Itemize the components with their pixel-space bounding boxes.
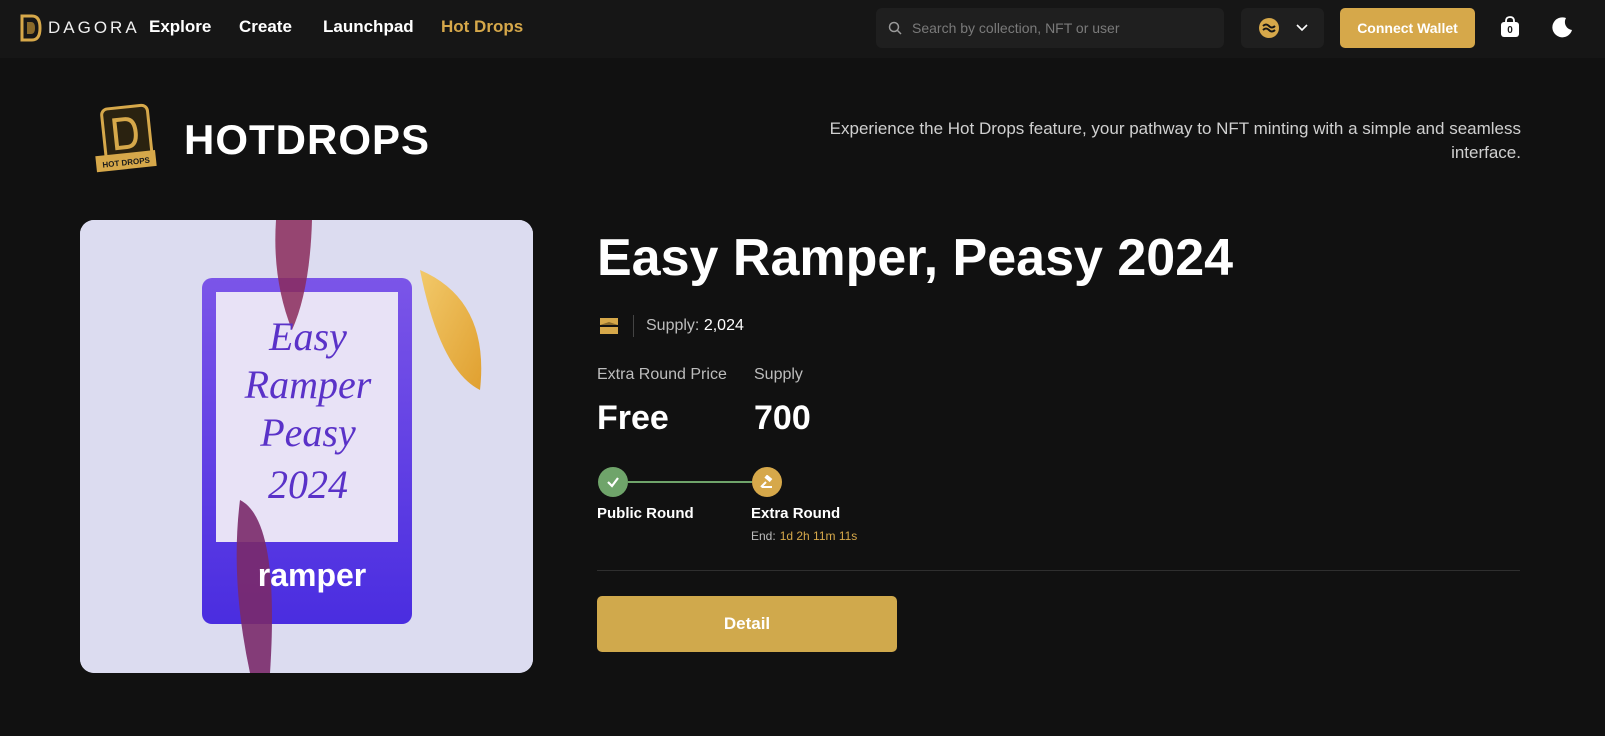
- dagora-logo-icon: [20, 14, 42, 42]
- separator: [633, 315, 634, 337]
- check-icon: [607, 477, 619, 488]
- artwork-line-3: Peasy: [259, 410, 356, 455]
- artwork-line-4: 2024: [268, 462, 348, 507]
- sui-chain-icon: [1258, 18, 1279, 38]
- artwork-line-1: Easy: [268, 314, 347, 359]
- supply-value: 2,024: [703, 317, 744, 334]
- logo-text: DAGORA: [48, 18, 140, 37]
- gavel-icon: [760, 475, 773, 488]
- public-round-step: [598, 467, 628, 497]
- artwork-image: Easy Ramper Peasy 2024 ramper: [80, 220, 533, 673]
- round-supply-value: 700: [754, 399, 811, 437]
- round-supply-label: Supply: [754, 366, 803, 383]
- price-value: Free: [597, 399, 669, 437]
- nav-hot-drops[interactable]: Hot Drops: [441, 17, 523, 37]
- nft-artwork[interactable]: Easy Ramper Peasy 2024 ramper: [80, 220, 533, 673]
- page-description: Experience the Hot Drops feature, your p…: [829, 119, 1521, 162]
- drop-title: Easy Ramper, Peasy 2024: [597, 229, 1234, 287]
- divider: [597, 570, 1520, 571]
- round-progress-line: [628, 481, 752, 483]
- dark-mode-icon[interactable]: [1552, 16, 1574, 38]
- chevron-down-icon: [1295, 24, 1308, 32]
- end-label: End:: [751, 529, 776, 543]
- extra-round-step: [752, 467, 782, 497]
- price-label: Extra Round Price: [597, 366, 727, 383]
- detail-button[interactable]: Detail: [597, 596, 897, 652]
- search-input[interactable]: [912, 20, 1212, 36]
- nav-create[interactable]: Create: [239, 17, 292, 37]
- supply-label: Supply:: [646, 317, 700, 334]
- extra-round-label: Extra Round: [751, 505, 841, 522]
- shopping-bag-icon[interactable]: 0: [1500, 16, 1520, 38]
- hotdrops-badge-icon: HOT DROPS: [95, 103, 157, 173]
- artwork-line-2: Ramper: [244, 362, 372, 407]
- connect-wallet-button[interactable]: Connect Wallet: [1340, 8, 1475, 48]
- bag-count: 0: [1507, 25, 1513, 36]
- chain-selector[interactable]: [1241, 8, 1324, 48]
- public-round-label: Public Round: [597, 505, 694, 522]
- total-supply: Supply: 2,024: [646, 317, 744, 335]
- chain-logo-icon: [600, 318, 618, 334]
- round-end-time: End: 1d 2h 11m 11s: [751, 529, 857, 543]
- artwork-brand: ramper: [258, 557, 367, 593]
- dagora-logo[interactable]: DAGORA: [20, 13, 140, 43]
- countdown-timer: 1d 2h 11m 11s: [779, 529, 858, 543]
- search-icon: [888, 21, 902, 35]
- top-navbar: DAGORA Explore Create Launchpad Hot Drop…: [0, 0, 1605, 58]
- nav-launchpad[interactable]: Launchpad: [323, 17, 414, 37]
- search-box[interactable]: [876, 8, 1224, 48]
- page-title: HOTDROPS: [184, 116, 431, 163]
- nav-explore[interactable]: Explore: [149, 17, 211, 37]
